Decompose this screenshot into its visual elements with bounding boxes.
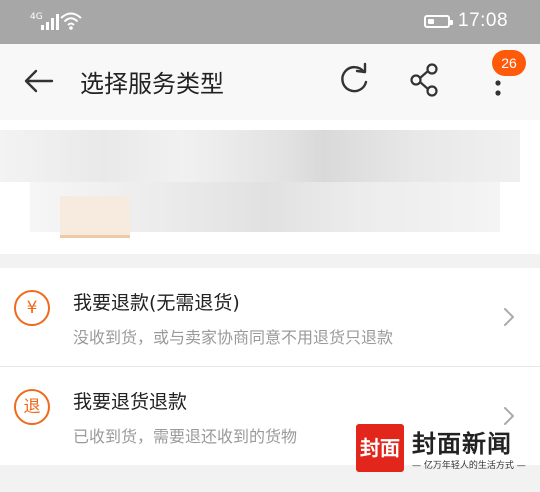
watermark-seal-logo: 封面 [356,424,404,472]
option-title: 我要退货退款 [73,391,188,413]
refund-yuan-icon: ¥ [14,290,50,326]
battery-level [428,19,434,24]
wifi-icon [60,12,82,30]
notification-badge: 26 [492,50,526,76]
back-arrow-icon[interactable] [22,64,56,98]
battery-icon [424,15,453,28]
cell-signal-icon [41,14,59,30]
status-bar: 4G 17:08 [0,0,540,44]
refund-only-option[interactable]: ¥ 我要退款(无需退货) 没收到货，或与卖家协商同意不用退货只退款 [0,268,540,366]
option-title: 我要退款(无需退货) [73,292,240,314]
watermark-slogan: — 亿万年轻人的生活方式 — [412,461,526,471]
return-icon: 退 [14,389,50,425]
share-icon[interactable] [408,62,442,98]
page-title: 选择服务类型 [80,70,224,98]
watermark-name: 封面新闻 [412,429,512,458]
option-description: 没收到货，或与卖家协商同意不用退货只退款 [73,328,394,347]
option-description: 已收到货，需要退还收到的货物 [73,427,298,446]
chevron-right-icon [504,308,514,326]
refresh-icon[interactable] [336,60,372,98]
order-product-card [0,120,540,254]
app-bar: 选择服务类型 26 [0,44,540,120]
status-time: 17:08 [458,10,509,31]
news-watermark: 封面 封面新闻 — 亿万年轻人的生活方式 — [356,422,526,476]
